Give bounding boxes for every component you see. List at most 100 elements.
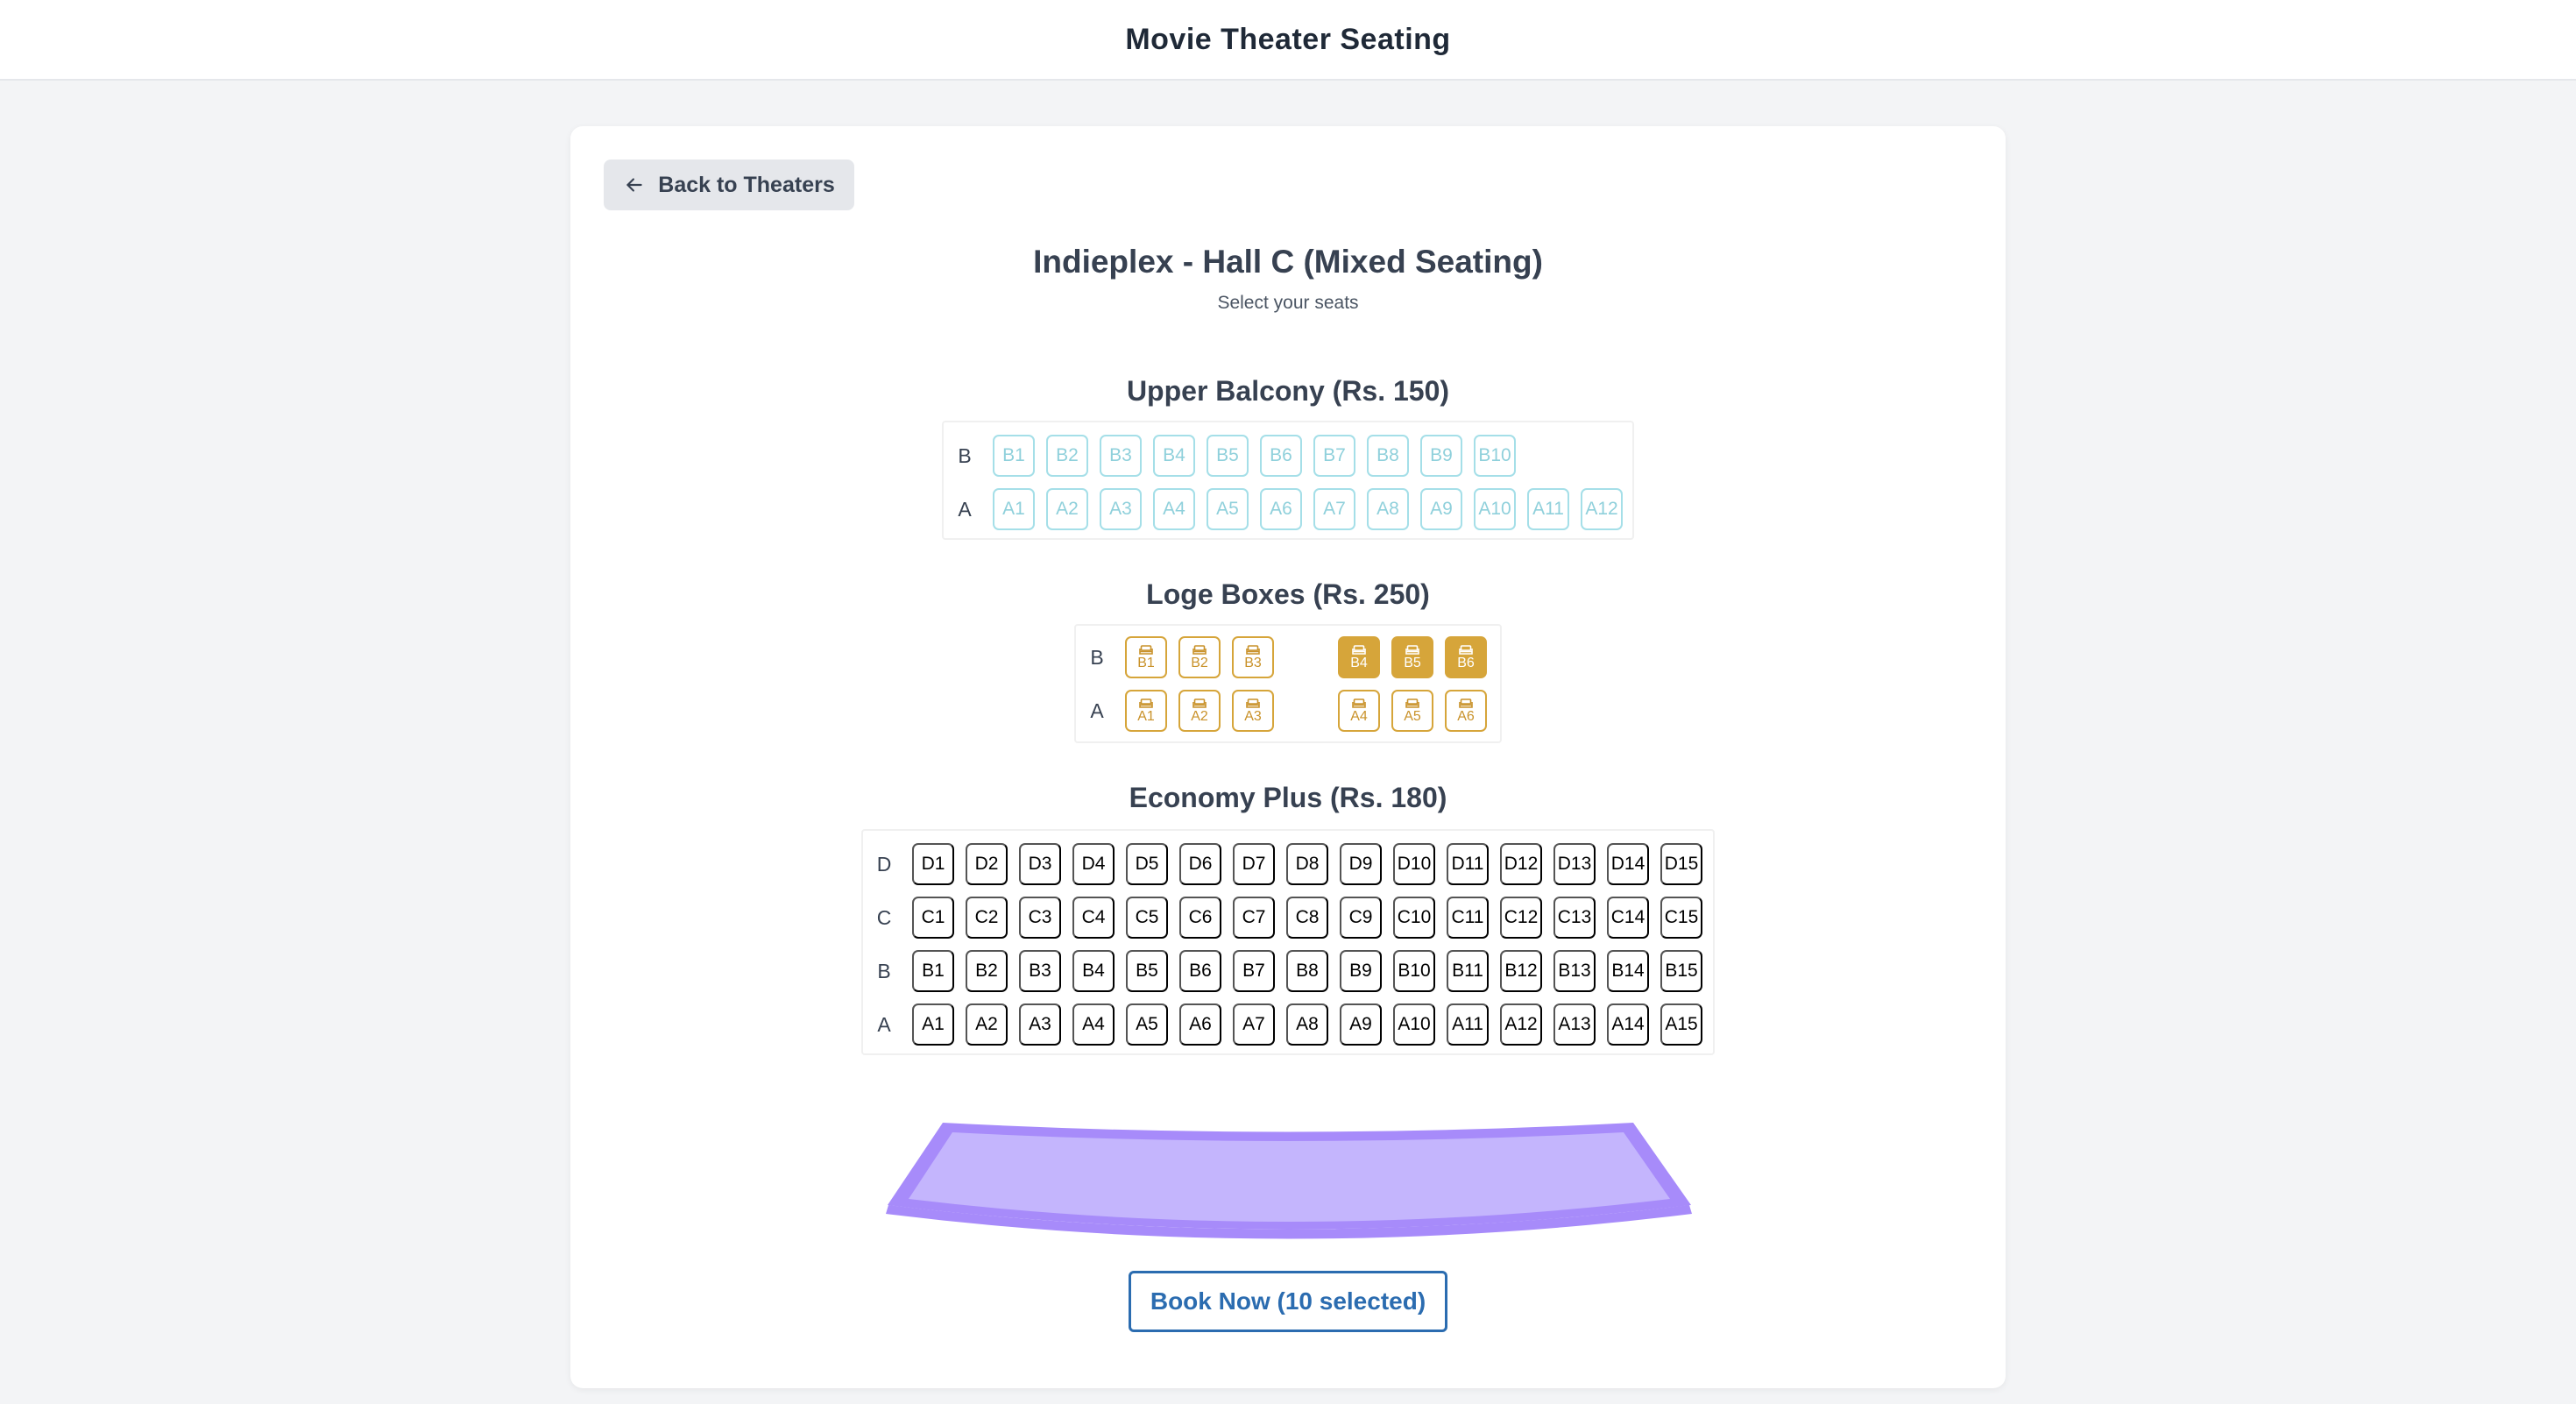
section-title-economy: Economy Plus (Rs. 180): [1129, 782, 1447, 813]
economy-seat-c9[interactable]: C9: [1340, 897, 1382, 939]
loge-seat-a1[interactable]: A1: [1125, 690, 1167, 732]
economy-seat-c7[interactable]: C7: [1233, 897, 1275, 939]
economy-seat-d12[interactable]: D12: [1500, 843, 1542, 885]
row-label: A: [1090, 699, 1104, 722]
economy-seat-c13[interactable]: C13: [1553, 897, 1596, 939]
balcony-seat-b10[interactable]: B10: [1474, 435, 1516, 477]
balcony-seat-b1[interactable]: B1: [993, 435, 1035, 477]
economy-seat-a5[interactable]: A5: [1126, 1003, 1168, 1046]
economy-seat-d15[interactable]: D15: [1660, 843, 1702, 885]
balcony-seat-a4[interactable]: A4: [1153, 488, 1195, 530]
economy-seat-c2[interactable]: C2: [966, 897, 1008, 939]
balcony-seat-a5[interactable]: A5: [1207, 488, 1249, 530]
balcony-seat-a9[interactable]: A9: [1420, 488, 1462, 530]
economy-seat-d5[interactable]: D5: [1126, 843, 1168, 885]
economy-seat-b8[interactable]: B8: [1286, 950, 1328, 992]
loge-seat-b1[interactable]: B1: [1125, 636, 1167, 678]
economy-seat-b11[interactable]: B11: [1447, 950, 1489, 992]
balcony-seat-a10[interactable]: A10: [1474, 488, 1516, 530]
economy-seat-b7[interactable]: B7: [1233, 950, 1275, 992]
economy-seat-c8[interactable]: C8: [1286, 897, 1328, 939]
balcony-seat-a8[interactable]: A8: [1367, 488, 1409, 530]
economy-seat-c14[interactable]: C14: [1607, 897, 1649, 939]
economy-seat-a7[interactable]: A7: [1233, 1003, 1275, 1046]
economy-seat-a11[interactable]: A11: [1447, 1003, 1489, 1046]
economy-seat-b6[interactable]: B6: [1179, 950, 1221, 992]
book-now-button[interactable]: Book Now (10 selected): [1129, 1271, 1447, 1332]
balcony-seat-a12[interactable]: A12: [1581, 488, 1623, 530]
economy-seat-a15[interactable]: A15: [1660, 1003, 1702, 1046]
economy-seat-b9[interactable]: B9: [1340, 950, 1382, 992]
economy-seat-c1[interactable]: C1: [912, 897, 954, 939]
economy-seat-b3[interactable]: B3: [1019, 950, 1061, 992]
loge-seat-a2[interactable]: A2: [1178, 690, 1221, 732]
economy-seat-c4[interactable]: C4: [1072, 897, 1115, 939]
economy-seat-d6[interactable]: D6: [1179, 843, 1221, 885]
economy-seat-b14[interactable]: B14: [1607, 950, 1649, 992]
economy-seat-d10[interactable]: D10: [1393, 843, 1435, 885]
economy-seat-c5[interactable]: C5: [1126, 897, 1168, 939]
economy-seat-d11[interactable]: D11: [1447, 843, 1489, 885]
balcony-seat-b4[interactable]: B4: [1153, 435, 1195, 477]
loge-seat-b3[interactable]: B3: [1232, 636, 1274, 678]
balcony-seat-a2[interactable]: A2: [1046, 488, 1088, 530]
economy-seat-c12[interactable]: C12: [1500, 897, 1542, 939]
economy-seat-d1[interactable]: D1: [912, 843, 954, 885]
economy-seat-c10[interactable]: C10: [1393, 897, 1435, 939]
economy-seat-b2[interactable]: B2: [966, 950, 1008, 992]
economy-seat-c6[interactable]: C6: [1179, 897, 1221, 939]
balcony-seat-a6[interactable]: A6: [1260, 488, 1302, 530]
economy-seat-d14[interactable]: D14: [1607, 843, 1649, 885]
economy-seat-d13[interactable]: D13: [1553, 843, 1596, 885]
economy-seat-d7[interactable]: D7: [1233, 843, 1275, 885]
economy-seat-a8[interactable]: A8: [1286, 1003, 1328, 1046]
economy-seat-b4[interactable]: B4: [1072, 950, 1115, 992]
economy-seat-a1[interactable]: A1: [912, 1003, 954, 1046]
economy-seat-c3[interactable]: C3: [1019, 897, 1061, 939]
economy-seat-c11[interactable]: C11: [1447, 897, 1489, 939]
sofa-icon: [1405, 644, 1419, 655]
loge-seat-b2[interactable]: B2: [1178, 636, 1221, 678]
loge-seat-b6[interactable]: B6: [1445, 636, 1487, 678]
economy-seat-d8[interactable]: D8: [1286, 843, 1328, 885]
balcony-seat-b3[interactable]: B3: [1100, 435, 1142, 477]
back-to-theaters-button[interactable]: Back to Theaters: [604, 160, 854, 210]
economy-seat-b13[interactable]: B13: [1553, 950, 1596, 992]
balcony-seat-b9[interactable]: B9: [1420, 435, 1462, 477]
economy-seat-d4[interactable]: D4: [1072, 843, 1115, 885]
balcony-seat-b6[interactable]: B6: [1260, 435, 1302, 477]
loge-seat-a5[interactable]: A5: [1391, 690, 1433, 732]
economy-seat-a12[interactable]: A12: [1500, 1003, 1542, 1046]
balcony-seat-b2[interactable]: B2: [1046, 435, 1088, 477]
loge-seat-a3[interactable]: A3: [1232, 690, 1274, 732]
economy-seat-d2[interactable]: D2: [966, 843, 1008, 885]
economy-seat-d9[interactable]: D9: [1340, 843, 1382, 885]
economy-seat-c15[interactable]: C15: [1660, 897, 1702, 939]
economy-seat-a9[interactable]: A9: [1340, 1003, 1382, 1046]
balcony-seat-a11[interactable]: A11: [1527, 488, 1569, 530]
loge-seat-b5[interactable]: B5: [1391, 636, 1433, 678]
economy-seat-a3[interactable]: A3: [1019, 1003, 1061, 1046]
economy-seat-a14[interactable]: A14: [1607, 1003, 1649, 1046]
balcony-seat-a7[interactable]: A7: [1313, 488, 1355, 530]
economy-seat-b10[interactable]: B10: [1393, 950, 1435, 992]
economy-seat-d3[interactable]: D3: [1019, 843, 1061, 885]
loge-seat-a6[interactable]: A6: [1445, 690, 1487, 732]
balcony-seat-a1[interactable]: A1: [993, 488, 1035, 530]
balcony-seat-a3[interactable]: A3: [1100, 488, 1142, 530]
balcony-seat-b5[interactable]: B5: [1207, 435, 1249, 477]
loge-seat-b4[interactable]: B4: [1338, 636, 1380, 678]
economy-seat-b1[interactable]: B1: [912, 950, 954, 992]
economy-seat-a2[interactable]: A2: [966, 1003, 1008, 1046]
balcony-seat-b8[interactable]: B8: [1367, 435, 1409, 477]
economy-seat-b15[interactable]: B15: [1660, 950, 1702, 992]
economy-seat-a6[interactable]: A6: [1179, 1003, 1221, 1046]
economy-seat-map: D D1 D2 D3 D4 D5 D6 D7 D8 D9 D10 D11 D12 D13 D14 D15 C C1…: [861, 829, 1715, 1055]
economy-seat-a4[interactable]: A4: [1072, 1003, 1115, 1046]
economy-seat-b12[interactable]: B12: [1500, 950, 1542, 992]
economy-seat-a13[interactable]: A13: [1553, 1003, 1596, 1046]
economy-seat-b5[interactable]: B5: [1126, 950, 1168, 992]
economy-seat-a10[interactable]: A10: [1393, 1003, 1435, 1046]
balcony-seat-b7[interactable]: B7: [1313, 435, 1355, 477]
loge-seat-a4[interactable]: A4: [1338, 690, 1380, 732]
